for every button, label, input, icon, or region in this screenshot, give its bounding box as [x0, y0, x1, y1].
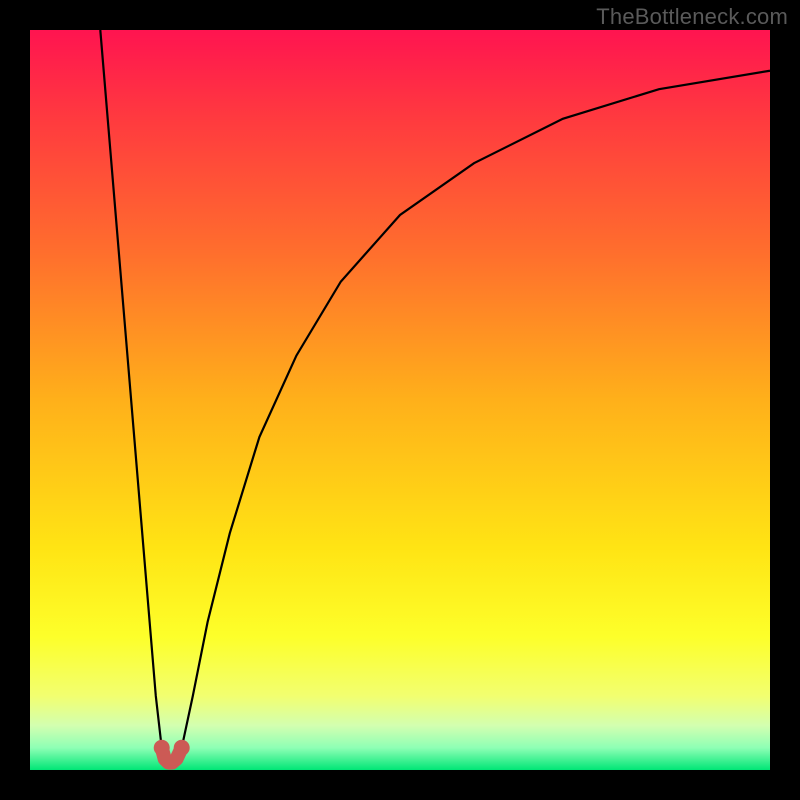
gradient-background [30, 30, 770, 770]
chart-frame: TheBottleneck.com [0, 0, 800, 800]
cusp-marker-dot [174, 740, 190, 756]
watermark-text: TheBottleneck.com [596, 4, 788, 30]
chart-svg [30, 30, 770, 770]
cusp-marker-dot [154, 740, 170, 756]
plot-area [30, 30, 770, 770]
